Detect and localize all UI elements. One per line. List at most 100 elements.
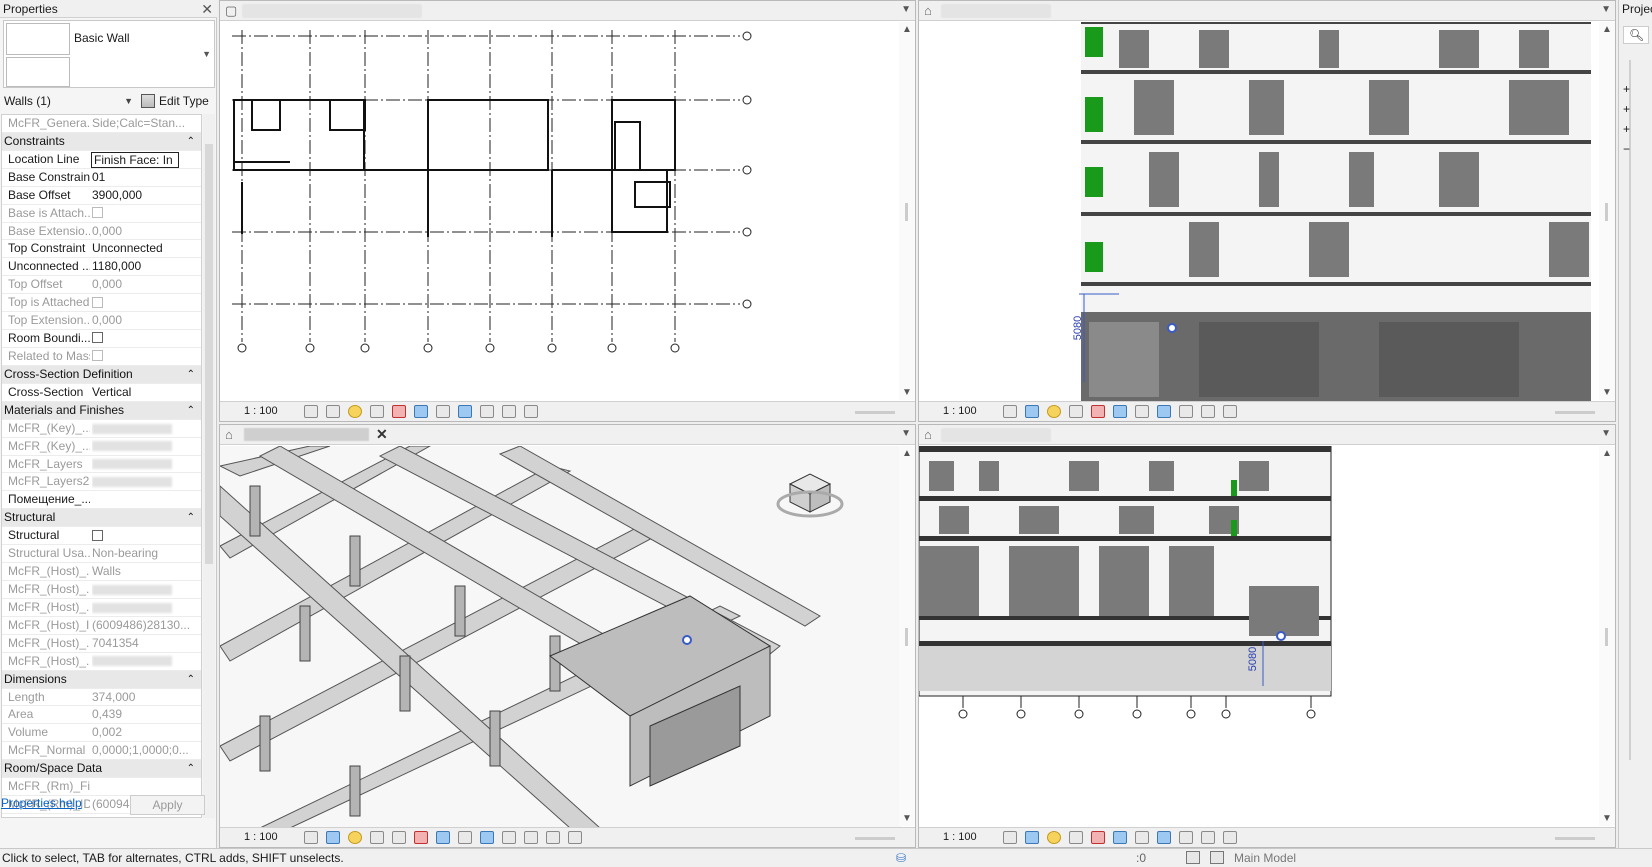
property-group-header[interactable]: Cross-Section Definition ⌃ <box>2 365 201 384</box>
temporary-hide-icon[interactable] <box>436 405 450 418</box>
property-row[interactable]: Related to Mass <box>2 348 201 366</box>
property-row[interactable]: McFR_(Host)_... <box>2 653 201 671</box>
shadows-icon[interactable] <box>370 831 384 844</box>
expand-icon[interactable]: + <box>1623 82 1630 96</box>
collapse-group-icon[interactable]: ⌃ <box>187 133 195 150</box>
property-row[interactable]: McFR_(Host)_... <box>2 599 201 617</box>
property-row[interactable]: Volume 0,002 <box>2 724 201 743</box>
show-crop-icon[interactable] <box>436 831 450 844</box>
view-tab-elevation-lower[interactable]: ⌂ ▼ <box>919 425 1615 445</box>
sun-path-icon[interactable] <box>348 831 362 844</box>
collapse-group-icon[interactable]: ⌃ <box>187 760 195 777</box>
detail-level-icon[interactable] <box>1003 405 1017 418</box>
property-value[interactable]: 3900,000 <box>92 187 190 204</box>
property-value[interactable]: (6009486)28130... <box>92 617 190 634</box>
property-value[interactable] <box>92 581 190 598</box>
lock-3d-view-icon[interactable] <box>458 831 472 844</box>
property-row[interactable]: Top Constraint Unconnected <box>2 240 201 259</box>
property-value[interactable] <box>92 456 190 473</box>
property-value[interactable]: 0,000 <box>92 223 190 240</box>
sun-path-icon[interactable] <box>348 405 362 418</box>
dimension-text[interactable]: 5080 <box>1072 316 1084 340</box>
view-floor-plan[interactable]: ▢ ▼ ▲ ▼ 1: 100 <box>219 0 916 422</box>
close-icon[interactable]: ✕ <box>201 0 213 18</box>
filter-icon[interactable] <box>1210 851 1224 864</box>
highlight-displacement-icon[interactable] <box>1223 405 1237 418</box>
active-design-option[interactable]: Main Model <box>1234 849 1296 867</box>
collapse-group-icon[interactable]: ⌃ <box>187 402 195 419</box>
location-line-field[interactable]: Finish Face: In <box>91 151 179 168</box>
visual-style-icon[interactable] <box>1025 405 1039 418</box>
analytical-model-icon[interactable] <box>1201 831 1215 844</box>
property-row[interactable]: McFR_(Host)_ID (6009486)28130... <box>2 617 201 635</box>
worksharing-icon[interactable] <box>480 405 494 418</box>
view-tab-3d[interactable]: ⌂ ✕ ▼ <box>220 425 915 445</box>
worksets-icon[interactable]: ⛁ <box>896 849 906 867</box>
analytical-model-icon[interactable] <box>1201 405 1215 418</box>
property-row[interactable]: Area 0,439 <box>2 706 201 725</box>
project-browser-search[interactable]: 🔍︎ <box>1623 26 1649 44</box>
rendering-icon[interactable] <box>392 831 406 844</box>
property-row[interactable]: McFR_(Key)_... <box>2 438 201 456</box>
property-group-header[interactable]: Dimensions ⌃ <box>2 670 201 689</box>
crop-view-icon[interactable] <box>1091 831 1105 844</box>
property-value[interactable]: Non-bearing <box>92 545 190 562</box>
properties-scrollbar[interactable] <box>203 114 215 818</box>
detail-level-icon[interactable] <box>304 831 318 844</box>
property-row[interactable]: Room Boundi... <box>2 330 201 348</box>
property-row[interactable]: McFR_(Key)_... <box>2 420 201 438</box>
property-value[interactable]: 0,0000;1,0000;0... <box>92 742 190 759</box>
vertical-scrollbar[interactable]: ▲ ▼ <box>1599 22 1615 400</box>
show-crop-icon[interactable] <box>414 405 428 418</box>
view-scale[interactable]: 1 : 100 <box>244 828 278 847</box>
property-value[interactable]: Side;Calc=Stan... <box>92 115 190 132</box>
property-row[interactable]: Помещение_... <box>2 491 201 510</box>
drawing-canvas-elevation-lower[interactable]: 5080 <box>919 445 1599 826</box>
property-row[interactable]: McFR_(Host)_... 7041354 <box>2 635 201 653</box>
visual-style-icon[interactable] <box>1025 831 1039 844</box>
property-row[interactable]: Location Line Finish Face: In <box>2 151 201 169</box>
view-elevation-lower[interactable]: ⌂ ▼ 5080 ▲ ▼ 1: 100 <box>918 424 1616 848</box>
analytical-model-icon[interactable] <box>546 831 560 844</box>
property-value[interactable]: Walls <box>92 563 190 580</box>
property-row[interactable]: Base Constraint 01 <box>2 169 201 187</box>
horizontal-scrollbar[interactable] <box>1555 837 1595 840</box>
collapse-group-icon[interactable]: ⌃ <box>187 671 195 688</box>
horizontal-scrollbar[interactable] <box>855 837 895 840</box>
sun-path-icon[interactable] <box>1047 405 1061 418</box>
highlight-displacement-icon[interactable] <box>568 831 582 844</box>
view-elevation-upper[interactable]: ⌂ ▼ 5080 ▲ ▼ 1: 100 <box>918 0 1616 422</box>
expand-icon[interactable]: + <box>1623 122 1630 136</box>
property-row[interactable]: Structural <box>2 527 201 546</box>
property-group-header[interactable]: Room/Space Data ⌃ <box>2 760 201 779</box>
shadows-icon[interactable] <box>1069 831 1083 844</box>
vertical-scrollbar[interactable]: ▲ ▼ <box>1599 446 1615 826</box>
property-row[interactable]: McFR_Layers2 <box>2 473 201 492</box>
property-value[interactable]: 7041354 <box>92 635 190 652</box>
property-row[interactable]: Cross-Section Vertical <box>2 384 201 402</box>
property-value[interactable]: 1180,000 <box>92 258 190 275</box>
property-row[interactable]: McFR_Layers <box>2 456 201 474</box>
property-row[interactable]: Unconnected ... 1180,000 <box>2 258 201 277</box>
reveal-hidden-icon[interactable] <box>1157 831 1171 844</box>
view-tab-elevation-upper[interactable]: ⌂ ▼ <box>919 1 1615 21</box>
view-scale[interactable]: 1 : 100 <box>943 402 977 421</box>
property-row[interactable]: Length 374,000 <box>2 689 201 707</box>
properties-help-link[interactable]: Properties help <box>1 796 82 810</box>
shadows-icon[interactable] <box>370 405 384 418</box>
property-group-header[interactable]: Constraints ⌃ <box>2 132 201 151</box>
property-row[interactable]: McFR_Normal 0,0000;1,0000;0... <box>2 742 201 761</box>
property-value[interactable] <box>92 473 190 490</box>
worksharing-icon[interactable] <box>1179 831 1193 844</box>
collapse-group-icon[interactable]: ⌃ <box>187 509 195 526</box>
property-group-header[interactable]: Materials and Finishes ⌃ <box>2 401 201 420</box>
drawing-canvas-3d[interactable] <box>220 445 901 829</box>
view-3d[interactable]: ⌂ ✕ ▼ ▲ ▼ 1: 100 <box>219 424 916 848</box>
checkbox[interactable] <box>92 529 103 541</box>
checkbox[interactable] <box>92 332 103 344</box>
property-value[interactable]: 01 <box>92 169 190 186</box>
property-row[interactable]: McFR_(Rm)_Fi... <box>2 778 201 797</box>
property-value[interactable] <box>92 438 190 455</box>
checkbox[interactable] <box>92 350 103 362</box>
property-row[interactable]: Base is Attach... <box>2 205 201 223</box>
